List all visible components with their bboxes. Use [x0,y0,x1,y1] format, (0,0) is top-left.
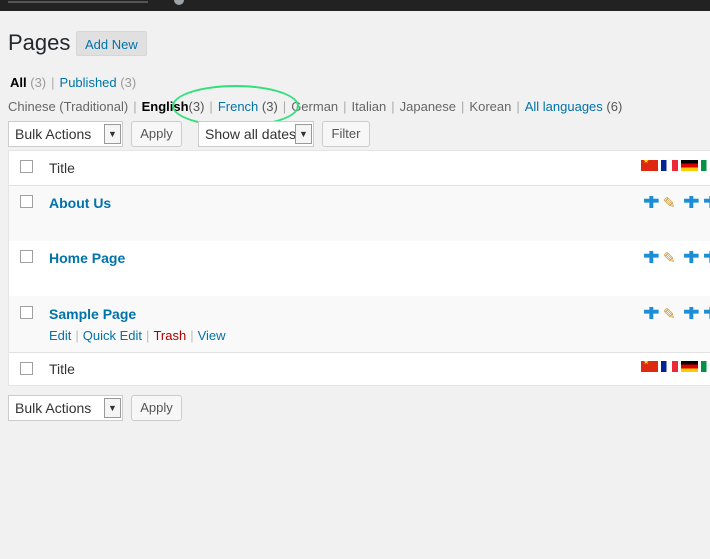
filter-all-count: (3) [30,75,47,90]
china-flag-icon [641,160,658,171]
germany-flag-icon [681,361,698,372]
translation-icons: ✚ ✎ ✚ ✚ [643,196,710,212]
admin-bar [0,0,710,11]
status-filter: All (3) | Published (3) [10,75,136,90]
row-actions: Edit | Quick Edit | Trash | View [49,328,226,343]
row-checkbox[interactable] [20,250,33,263]
page-title: Pages [8,30,71,55]
add-translation-icon[interactable]: ✚ [683,196,700,212]
date-filter-select[interactable]: Show all dates ▼ [198,121,314,147]
table-header: Title [9,151,710,185]
table-row: Home Page ✚ ✎ ✚ ✚ [9,241,710,296]
separator: | [343,99,347,114]
add-translation-icon[interactable]: ✚ [643,196,660,212]
quick-edit-link[interactable]: Quick Edit [83,328,142,343]
bulk-actions-label: Bulk Actions [15,126,92,142]
filter-all[interactable]: All [10,75,27,90]
edit-translation-icon[interactable]: ✎ [663,196,676,212]
admin-bar-icon[interactable] [174,0,184,5]
france-flag-icon [661,361,678,372]
language-flags [641,361,710,373]
italy-flag-icon [701,160,710,171]
add-translation-icon[interactable]: ✚ [683,251,700,267]
separator: | [391,99,395,114]
page-title-link[interactable]: About Us [49,195,111,211]
select-all-checkbox[interactable] [20,160,33,173]
add-translation-icon[interactable]: ✚ [703,196,710,212]
column-title[interactable]: Title [49,160,75,176]
filter-published-count: (3) [120,75,137,90]
separator: | [51,75,55,90]
germany-flag-icon [681,160,698,171]
separator: | [516,99,520,114]
row-checkbox[interactable] [20,306,33,319]
trash-link[interactable]: Trash [153,328,186,343]
separator: | [75,328,79,343]
edit-translation-icon[interactable]: ✎ [663,251,676,267]
apply-button[interactable]: Apply [131,121,182,147]
chevron-down-icon: ▼ [104,398,121,418]
add-translation-icon[interactable]: ✚ [703,307,710,323]
chevron-down-icon: ▼ [104,124,121,144]
lang-all[interactable]: All languages [525,99,603,114]
language-flags [641,160,710,172]
table-row: About Us ✚ ✎ ✚ ✚ [9,186,710,241]
add-translation-icon[interactable]: ✚ [683,307,700,323]
translation-icons: ✚ ✎ ✚ ✚ [643,307,710,323]
add-translation-icon[interactable]: ✚ [643,307,660,323]
table-footer: Title [9,353,710,386]
chevron-down-icon: ▼ [295,124,312,144]
lang-all-count: (6) [606,99,623,114]
edit-translation-icon[interactable]: ✎ [663,307,676,323]
separator: | [146,328,150,343]
table-row: Sample Page Edit | Quick Edit | Trash | View ✚… [9,296,710,352]
add-new-button[interactable]: Add New [76,31,147,56]
lang-chinese-traditional[interactable]: Chinese (Traditional) [8,99,128,114]
bulk-actions-label: Bulk Actions [15,400,92,416]
translation-icons: ✚ ✎ ✚ ✚ [643,251,710,267]
date-filter-label: Show all dates [205,126,297,142]
column-title[interactable]: Title [49,361,75,377]
lang-japanese[interactable]: Japanese [400,99,456,114]
pages-table: Title About Us ✚ ✎ ✚ ✚ Home Page ✚ ✎ ✚ ✚… [8,150,710,386]
row-checkbox[interactable] [20,195,33,208]
edit-link[interactable]: Edit [49,328,71,343]
separator: | [133,99,137,114]
lang-italian[interactable]: Italian [352,99,387,114]
china-flag-icon [641,361,658,372]
filter-published[interactable]: Published [60,75,117,90]
view-link[interactable]: View [198,328,226,343]
filter-button[interactable]: Filter [322,121,370,147]
select-all-checkbox[interactable] [20,362,33,375]
italy-flag-icon [701,361,710,372]
france-flag-icon [661,160,678,171]
separator: | [190,328,194,343]
bulk-actions-select-bottom[interactable]: Bulk Actions ▼ [8,395,123,421]
bulk-actions-select[interactable]: Bulk Actions ▼ [8,121,123,147]
page-title-link[interactable]: Home Page [49,250,125,266]
language-filter: Chinese (Traditional) | English(3) | French … [8,99,622,114]
lang-korean[interactable]: Korean [469,99,511,114]
page-title-link[interactable]: Sample Page [49,306,136,322]
add-translation-icon[interactable]: ✚ [643,251,660,267]
admin-bar-text[interactable] [8,1,148,3]
apply-button-bottom[interactable]: Apply [131,395,182,421]
add-translation-icon[interactable]: ✚ [703,251,710,267]
separator: | [461,99,465,114]
